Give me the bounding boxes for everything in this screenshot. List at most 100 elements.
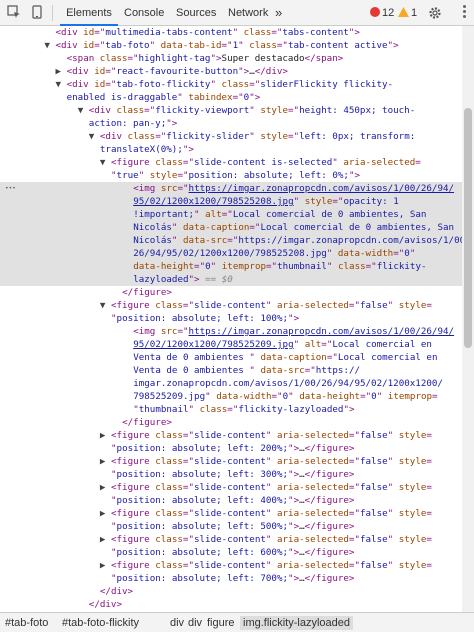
dom-token: =" — [227, 235, 239, 246]
dom-tree-row[interactable]: data-height="0" itemprop="thumbnail" cla… — [0, 260, 462, 273]
dom-tree-row[interactable]: ▶ <div id="react-favourite-button">…</di… — [0, 65, 462, 78]
more-tabs-button[interactable]: » — [275, 0, 282, 26]
expand-toggle-icon[interactable]: ▼ — [89, 131, 100, 142]
tab-console[interactable]: Console — [124, 0, 164, 26]
dom-tree-row[interactable]: Venta de 0 ambientes " data-src="https:/… — [0, 364, 462, 377]
dom-tree-row[interactable]: </figure> — [0, 286, 462, 299]
dom-tree-row[interactable]: 798525209.jpg" data-width="0" data-heigh… — [0, 390, 462, 403]
dom-token: false — [359, 430, 388, 441]
dom-tree-row[interactable]: Nicolás" data-src="https://imgar.zonapro… — [0, 234, 462, 247]
breadcrumb-item[interactable]: #tab-foto-flickity — [62, 616, 139, 630]
dom-token: =" — [227, 404, 239, 415]
url-link[interactable]: 95/02/1200x1200/798525209.jpg — [133, 339, 293, 350]
warning-badge[interactable]: 1 — [398, 5, 417, 21]
breadcrumb-item[interactable]: div — [170, 616, 184, 630]
expand-toggle-icon[interactable]: ▶ — [100, 508, 111, 519]
dom-tree-row[interactable]: imgar.zonapropcdn.com/avisos/1/00/26/94/… — [0, 377, 462, 390]
dom-tree-row[interactable]: enabled is-draggable" tabindex="0"> — [0, 91, 462, 104]
dom-tree-row[interactable]: "position: absolute; left: 500%;">…</fig… — [0, 520, 462, 533]
url-link[interactable]: https://imgar.zonapropcdn.com/avisos/1/0… — [189, 183, 455, 194]
dom-token: style — [398, 456, 427, 467]
dom-tree-row[interactable]: action: pan-y;"> — [0, 117, 462, 130]
dom-token: tabindex — [188, 92, 233, 103]
dom-tree-row[interactable]: ▼ <div id="tab-foto" data-tab-id="1" cla… — [0, 39, 462, 52]
dom-tree-row[interactable]: "thumbnail" class="flickity-lazyloaded"> — [0, 403, 462, 416]
dom-tree-row[interactable]: ▼ <div class="flickity-slider" style="le… — [0, 130, 462, 143]
expand-toggle-icon[interactable]: ▶ — [100, 482, 111, 493]
dom-tree-row[interactable]: ▶ <figure class="slide-content" aria-sel… — [0, 481, 462, 494]
dom-tree-row[interactable]: ▶ <figure class="slide-content" aria-sel… — [0, 455, 462, 468]
url-link[interactable]: https://imgar.zonapropcdn.com/avisos/1/0… — [189, 326, 455, 337]
expand-toggle-icon[interactable]: ▶ — [100, 560, 111, 571]
dom-token: data-height — [299, 391, 361, 402]
dom-tree-row[interactable]: ▶ <figure class="slide-content" aria-sel… — [0, 533, 462, 546]
scrollbar-thumb[interactable] — [464, 108, 472, 348]
dom-tree-row[interactable]: ▼ <div id="tab-foto-flickity" class="sli… — [0, 78, 462, 91]
expand-toggle-icon[interactable]: ▼ — [56, 79, 67, 90]
dom-tree-row[interactable]: 95/02/1200x1200/798525208.jpg" style="op… — [0, 195, 462, 208]
breadcrumb-item[interactable]: img.flickity-lazyloaded — [240, 616, 353, 630]
dom-tree-row[interactable]: 95/02/1200x1200/798525209.jpg" alt="Loca… — [0, 338, 462, 351]
dom-token: aria-selected — [276, 430, 349, 441]
dom-token: " — [249, 131, 261, 142]
dom-token: " — [265, 534, 277, 545]
dom-tree-row[interactable]: "position: absolute; left: 300%;">…</fig… — [0, 468, 462, 481]
dom-tree-row[interactable]: </figure> — [0, 416, 462, 429]
dom-tree-row[interactable]: <div id="multimedia-tabs-content" class=… — [0, 26, 462, 39]
settings-gear-icon[interactable] — [428, 6, 442, 20]
dom-tree-row[interactable]: translateX(0%);"> — [0, 143, 462, 156]
expand-toggle-icon[interactable]: ▼ — [100, 157, 111, 168]
dom-tree-row[interactable]: "position: absolute; left: 600%;">…</fig… — [0, 546, 462, 559]
dom-tree-row[interactable]: <img src="https://imgar.zonapropcdn.com/… — [0, 325, 462, 338]
dom-tree-row[interactable]: ▼ <div class="flickity-viewport" style="… — [0, 104, 462, 117]
dom-tree-row[interactable]: "position: absolute; left: 400%;">…</fig… — [0, 494, 462, 507]
dom-tree-row[interactable]: ▼ <figure class="slide-content is-select… — [0, 156, 462, 169]
breadcrumb-item[interactable]: div — [188, 616, 202, 630]
dom-tree-row[interactable]: lazyloaded"> == $0 — [0, 273, 462, 286]
tab-sources[interactable]: Sources — [176, 0, 216, 26]
tab-network[interactable]: Network — [228, 0, 268, 26]
dom-token: Nicolás — [133, 235, 172, 246]
dom-tree-row[interactable]: !important;" alt="Local comercial de 0 a… — [0, 208, 462, 221]
breadcrumb-item[interactable]: #tab-foto — [5, 616, 48, 630]
dom-tree-row[interactable]: "position: absolute; left: 200%;">…</fig… — [0, 442, 462, 455]
dom-token: =" — [288, 131, 300, 142]
dom-tree-row[interactable]: </div> — [0, 598, 462, 611]
dom-tree-row[interactable]: Nicolás" data-caption="Local comercial d… — [0, 221, 462, 234]
dom-tree-row[interactable]: "position: absolute; left: 700%;">…</fig… — [0, 572, 462, 585]
expand-toggle-icon[interactable]: ▶ — [100, 534, 111, 545]
dom-tree-row[interactable]: </div> — [0, 585, 462, 598]
dom-tree-row[interactable]: ▼ <figure class="slide-content" aria-sel… — [0, 299, 462, 312]
dom-tree-row[interactable]: ▶ <figure class="slide-content" aria-sel… — [0, 507, 462, 520]
dom-tree-row[interactable]: "true" style="position: absolute; left: … — [0, 169, 462, 182]
dom-token: data-width — [337, 248, 394, 259]
expand-toggle-icon[interactable]: ▶ — [100, 430, 111, 441]
dom-tree-row[interactable]: 26/94/95/02/1200x1200/798525208.jpg" dat… — [0, 247, 462, 260]
expand-toggle-icon[interactable]: ▶ — [100, 456, 111, 467]
expand-toggle-icon[interactable]: ▶ — [56, 66, 67, 77]
breadcrumb-item[interactable]: figure — [207, 616, 235, 630]
expand-toggle-icon[interactable]: ▼ — [100, 300, 111, 311]
dom-tree-row[interactable]: "position: absolute; left: 100%;"> — [0, 312, 462, 325]
tab-elements[interactable]: Elements — [60, 0, 118, 26]
dom-token: enabled is-draggable — [66, 92, 178, 103]
dom-tree-row[interactable]: <span class="highlight-tag">Super destac… — [0, 52, 462, 65]
dom-token: flickity- — [376, 261, 427, 272]
dom-token: false — [359, 534, 388, 545]
error-badge[interactable]: 12 — [370, 5, 394, 21]
dom-token: </figure> — [304, 547, 355, 558]
url-link[interactable]: 95/02/1200x1200/798525208.jpg — [133, 196, 293, 207]
dom-tree-row[interactable]: Venta de 0 ambientes " data-caption="Loc… — [0, 351, 462, 364]
dom-token: false — [359, 560, 388, 571]
dom-tree-row[interactable]: <img src="https://imgar.zonapropcdn.com/… — [0, 182, 462, 195]
dom-tree-row[interactable]: ▶ <figure class="slide-content" aria-sel… — [0, 559, 462, 572]
dom-token: <figure — [110, 300, 156, 311]
expand-toggle-icon[interactable]: ▼ — [44, 40, 55, 51]
dom-tree-row[interactable]: ▶ <figure class="slide-content" aria-sel… — [0, 429, 462, 442]
dom-token: =" — [182, 430, 194, 441]
dom-token: " — [387, 560, 399, 571]
more-options-icon[interactable] — [463, 4, 467, 20]
device-toolbar-icon[interactable] — [30, 5, 44, 19]
inspect-element-icon[interactable] — [7, 5, 21, 19]
expand-toggle-icon[interactable]: ▼ — [78, 105, 89, 116]
